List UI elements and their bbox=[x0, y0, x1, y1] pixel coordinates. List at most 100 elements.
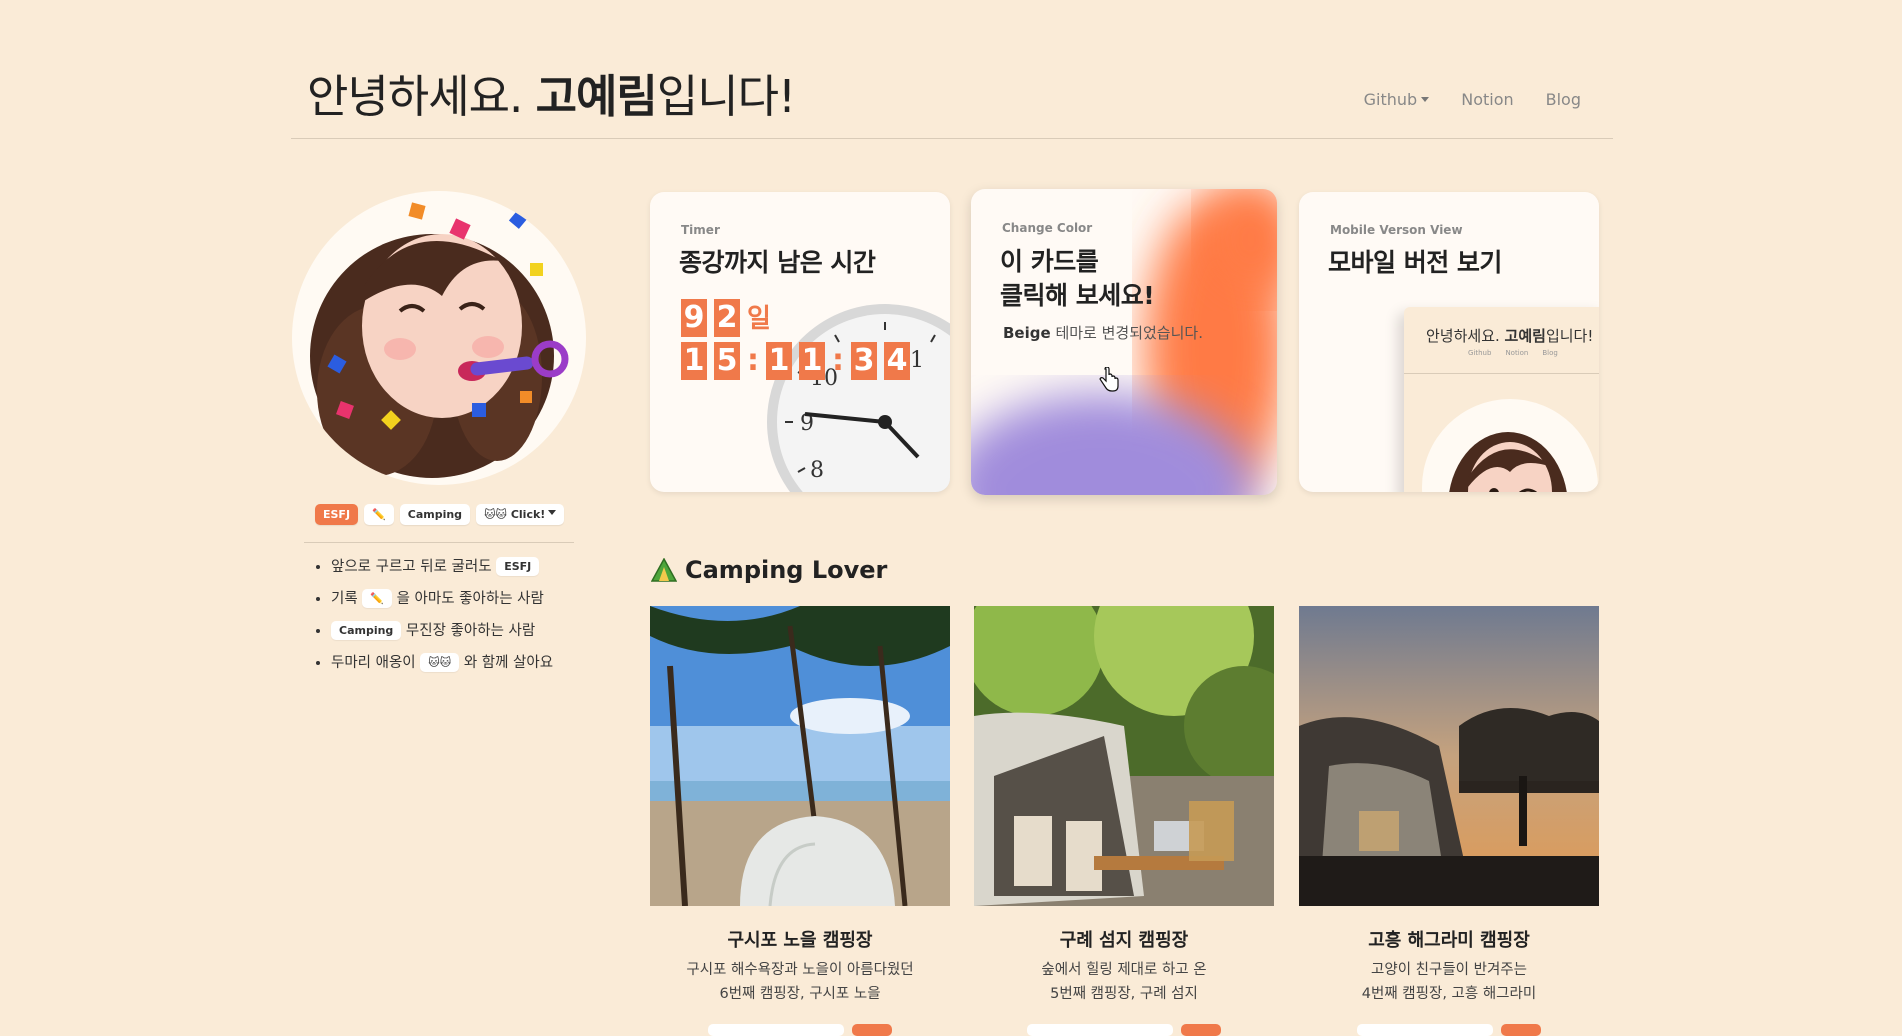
bio-text: 앞으로 구르고 뒤로 굴러도 bbox=[331, 559, 492, 575]
title-greeting: 안녕하세요. bbox=[307, 70, 536, 123]
place-tags bbox=[974, 1024, 1274, 1036]
hand-cursor-icon bbox=[1099, 367, 1119, 392]
timer-digit: 5 bbox=[714, 342, 740, 380]
place-tags bbox=[1299, 1024, 1599, 1036]
place-desc-line: 구시포 해수욕장과 노을이 아름다웠던 bbox=[686, 962, 914, 978]
color-label: Change Color bbox=[1002, 221, 1093, 235]
timer-clock: 15:11:34 bbox=[681, 342, 917, 380]
color-theme-name: Beige bbox=[1003, 324, 1051, 342]
place-name: 구시포 노을 캠핑장 bbox=[727, 930, 873, 951]
bio-chip: ESFJ bbox=[496, 557, 540, 576]
mobile-view-card[interactable]: Mobile Verson View 모바일 버전 보기 안녕하세요. 고예림입… bbox=[1299, 192, 1599, 492]
timer-digit: 4 bbox=[884, 342, 910, 380]
beach-camp-photo bbox=[650, 606, 950, 906]
preview-title: 안녕하세요. 고예림입니다! bbox=[1426, 325, 1593, 346]
nav-notion-link[interactable]: Notion bbox=[1461, 90, 1513, 109]
place-description: 고양이 친구들이 반겨주는 4번째 캠핑장, 고흥 해그라미 bbox=[1299, 958, 1599, 1006]
color-subtext-rest: 테마로 변경되었습니다. bbox=[1050, 324, 1203, 342]
top-nav: Github Notion Blog bbox=[1364, 90, 1581, 109]
bio-text: 기록 bbox=[331, 591, 358, 607]
bio-item: 기록 ✏️ 을 아마도 좋아하는 사람 bbox=[331, 588, 553, 610]
bio-chip: 🐱🐱 bbox=[420, 653, 460, 672]
mobile-preview: 안녕하세요. 고예림입니다! Github Notion Blog bbox=[1404, 307, 1599, 492]
color-heading-line: 이 카드를 bbox=[1000, 247, 1099, 276]
preview-divider bbox=[1404, 373, 1599, 374]
badge-cats-dropdown[interactable]: 🐱🐱 Click! bbox=[476, 504, 565, 525]
tent-icon bbox=[651, 558, 677, 582]
clock-numeral: 8 bbox=[810, 458, 824, 483]
page-title: 안녕하세요. 고예림입니다! bbox=[307, 60, 796, 125]
mobile-heading: 모바일 버전 보기 bbox=[1328, 248, 1502, 277]
camping-section-title: Camping Lover bbox=[651, 556, 887, 584]
page-header: 안녕하세요. 고예림입니다! Github Notion Blog bbox=[291, 40, 1613, 139]
bio-item: 두마리 애옹이 🐱🐱 와 함께 살아요 bbox=[331, 652, 553, 674]
profile-avatar bbox=[292, 191, 586, 485]
place-tag[interactable] bbox=[852, 1024, 892, 1036]
change-color-card[interactable]: Change Color 이 카드를 클릭해 보세요! Beige 테마로 변경… bbox=[971, 189, 1277, 495]
forest-camp-photo bbox=[974, 606, 1274, 906]
bio-item: 앞으로 구르고 뒤로 굴러도 ESFJ bbox=[331, 556, 553, 578]
place-tag[interactable] bbox=[708, 1024, 844, 1036]
preview-nav-item: Github bbox=[1468, 349, 1492, 357]
preview-title-greeting: 안녕하세요. bbox=[1426, 327, 1505, 345]
place-tag[interactable] bbox=[1181, 1024, 1221, 1036]
profile-badges: ESFJ ✏️ Camping 🐱🐱 Click! bbox=[315, 504, 565, 525]
bio-text: 을 아마도 좋아하는 사람 bbox=[396, 591, 544, 607]
place-desc-line: 6번째 캠핑장, 구시포 노을 bbox=[719, 986, 881, 1002]
timer-heading: 종강까지 남은 시간 bbox=[679, 248, 876, 277]
place-description: 구시포 해수욕장과 노을이 아름다웠던 6번째 캠핑장, 구시포 노을 bbox=[650, 958, 950, 1006]
bio-chip: ✏️ bbox=[362, 589, 392, 608]
memoji-party-illustration bbox=[310, 202, 569, 478]
badge-cats-label: 🐱🐱 Click! bbox=[484, 508, 546, 521]
place-tag[interactable] bbox=[1027, 1024, 1173, 1036]
bio-text: 무진장 좋아하는 사람 bbox=[405, 623, 536, 639]
nav-blog-link[interactable]: Blog bbox=[1546, 90, 1581, 109]
timer-digit: 3 bbox=[851, 342, 877, 380]
badge-pencil[interactable]: ✏️ bbox=[364, 504, 394, 525]
camping-title-text: Camping Lover bbox=[685, 556, 888, 584]
nav-github-label: Github bbox=[1363, 90, 1418, 109]
timer-label: Timer bbox=[681, 223, 720, 237]
preview-nav-item: Notion bbox=[1505, 349, 1529, 357]
timer-digit: 2 bbox=[714, 299, 740, 337]
clock-illustration: 1 10 9 8 bbox=[767, 304, 950, 492]
place-name: 구례 섬지 캠핑장 bbox=[1059, 930, 1189, 951]
profile-bio-list: 앞으로 구르고 뒤로 굴러도 ESFJ 기록 ✏️ 을 아마도 좋아하는 사람 … bbox=[313, 556, 553, 684]
timer-digit: 1 bbox=[799, 342, 825, 380]
place-name: 고흥 해그라미 캠핑장 bbox=[1368, 930, 1530, 951]
timer-days: 92일 bbox=[681, 298, 771, 337]
preview-avatar bbox=[1422, 399, 1598, 492]
title-suffix: 입니다! bbox=[656, 70, 796, 123]
badge-esfj[interactable]: ESFJ bbox=[315, 504, 359, 525]
mobile-label: Mobile Verson View bbox=[1330, 223, 1463, 237]
place-desc-line: 4번째 캠핑장, 고흥 해그라미 bbox=[1361, 986, 1537, 1002]
timer-day-unit: 일 bbox=[747, 304, 771, 334]
preview-title-name: 고예림 bbox=[1504, 327, 1546, 345]
badge-camping[interactable]: Camping bbox=[399, 504, 471, 525]
timer-digit: 1 bbox=[766, 342, 792, 380]
preview-nav: Github Notion Blog bbox=[1468, 349, 1558, 357]
color-subtext: Beige 테마로 변경되었습니다. bbox=[1003, 322, 1203, 343]
sunset-camp-photo bbox=[1299, 606, 1599, 906]
color-heading-line: 클릭해 보세요! bbox=[1000, 281, 1155, 310]
timer-card[interactable]: 1 10 9 8 Timer 종강까지 남은 시간 92일 15:11:34 bbox=[650, 192, 950, 492]
bio-item: Camping 무진장 좋아하는 사람 bbox=[331, 620, 553, 642]
place-desc-line: 숲에서 힐링 제대로 하고 온 bbox=[1041, 962, 1207, 978]
camping-photo-gusipo[interactable] bbox=[650, 606, 950, 906]
title-name: 고예림 bbox=[535, 70, 658, 123]
place-tag[interactable] bbox=[1357, 1024, 1493, 1036]
timer-digit: 1 bbox=[681, 342, 707, 380]
caret-down-icon bbox=[1421, 97, 1430, 102]
color-heading: 이 카드를 클릭해 보세요! bbox=[1000, 245, 1155, 313]
place-desc-line: 5번째 캠핑장, 구례 섬지 bbox=[1050, 986, 1198, 1002]
place-tags bbox=[650, 1024, 950, 1036]
camping-photo-goheung[interactable] bbox=[1299, 606, 1599, 906]
caret-down-icon bbox=[548, 510, 557, 515]
place-description: 숲에서 힐링 제대로 하고 온 5번째 캠핑장, 구례 섬지 bbox=[974, 958, 1274, 1006]
timer-colon: : bbox=[747, 343, 759, 378]
nav-github-dropdown[interactable]: Github bbox=[1364, 90, 1430, 109]
preview-nav-item: Blog bbox=[1542, 349, 1558, 357]
place-tag[interactable] bbox=[1501, 1024, 1541, 1036]
camping-photo-gurye[interactable] bbox=[974, 606, 1274, 906]
timer-colon: : bbox=[832, 343, 844, 378]
